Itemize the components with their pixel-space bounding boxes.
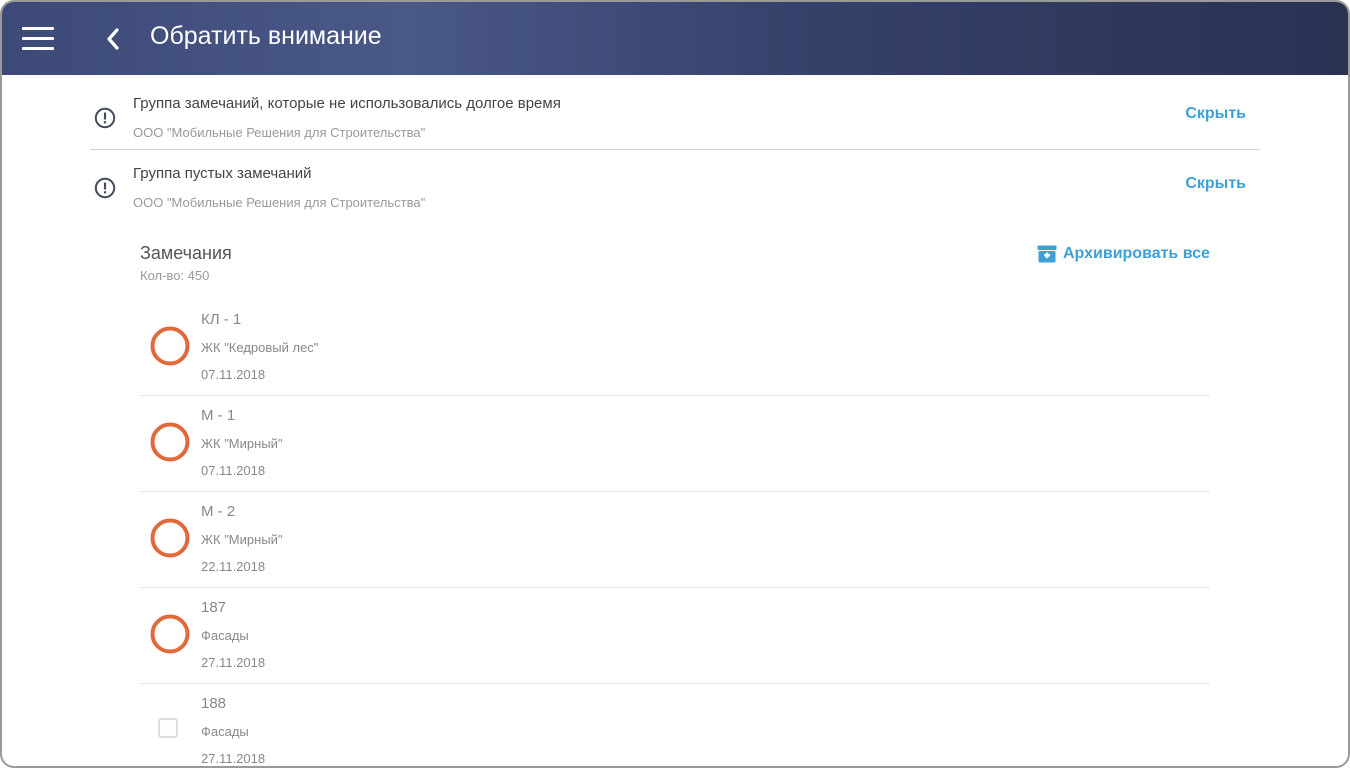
hide-button[interactable]: Скрыть (1185, 105, 1246, 123)
exclamation-circle-icon (94, 177, 116, 199)
app-header: Обратить внимание (2, 2, 1348, 75)
notice-subtitle: ООО "Мобильные Решения для Строительства… (133, 195, 426, 210)
hide-button[interactable]: Скрыть (1185, 175, 1246, 193)
notice-unused-remarks: Группа замечаний, которые не использовал… (90, 79, 1260, 149)
notice-subtitle: ООО "Мобильные Решения для Строительства… (133, 125, 426, 140)
archive-all-button[interactable]: Архивировать все (1037, 245, 1210, 263)
item-title: М - 2 (201, 503, 236, 520)
exclamation-circle-icon (94, 107, 116, 129)
list-item[interactable]: М - 2 ЖК "Мирный" 22.11.2018 (140, 492, 1210, 588)
item-title: КЛ - 1 (201, 311, 242, 328)
item-date: 07.11.2018 (201, 367, 266, 382)
item-place: ЖК "Кедровый лес" (201, 340, 319, 355)
chevron-left-icon[interactable] (102, 26, 126, 52)
app-window: Обратить внимание Группа замечаний, кото… (0, 0, 1350, 768)
item-date: 27.11.2018 (201, 655, 266, 670)
item-date: 07.11.2018 (201, 463, 266, 478)
item-date: 22.11.2018 (201, 559, 266, 574)
item-title: 188 (201, 695, 227, 712)
list-item[interactable]: КЛ - 1 ЖК "Кедровый лес" 07.11.2018 (140, 300, 1210, 396)
item-place: ЖК "Мирный" (201, 436, 283, 451)
status-circle-icon (150, 614, 190, 654)
list-item[interactable]: 188 Фасады 27.11.2018 (140, 684, 1210, 766)
hamburger-menu-icon[interactable] (22, 27, 56, 51)
remarks-count: Кол-во: 450 (140, 268, 210, 283)
archive-all-label: Архивировать все (1063, 245, 1210, 262)
list-item[interactable]: 187 Фасады 27.11.2018 (140, 588, 1210, 684)
status-circle-icon (150, 326, 190, 366)
status-circle-icon (150, 518, 190, 558)
status-circle-icon (150, 422, 190, 462)
notice-empty-remarks: Группа пустых замечаний ООО "Мобильные Р… (90, 149, 1260, 219)
item-place: ЖК "Мирный" (201, 532, 283, 547)
item-place: Фасады (201, 628, 249, 643)
remarks-list: КЛ - 1 ЖК "Кедровый лес" 07.11.2018 М - … (140, 300, 1210, 766)
item-title: 187 (201, 599, 227, 616)
item-date: 27.11.2018 (201, 751, 266, 766)
archive-icon (1037, 245, 1057, 263)
page-title: Обратить внимание (150, 22, 382, 50)
notice-title: Группа замечаний, которые не использовал… (133, 95, 561, 112)
list-item[interactable]: М - 1 ЖК "Мирный" 07.11.2018 (140, 396, 1210, 492)
item-checkbox[interactable] (158, 718, 178, 738)
notice-title: Группа пустых замечаний (133, 165, 312, 182)
item-title: М - 1 (201, 407, 236, 424)
item-place: Фасады (201, 724, 249, 739)
remarks-section-title: Замечания (140, 243, 232, 263)
